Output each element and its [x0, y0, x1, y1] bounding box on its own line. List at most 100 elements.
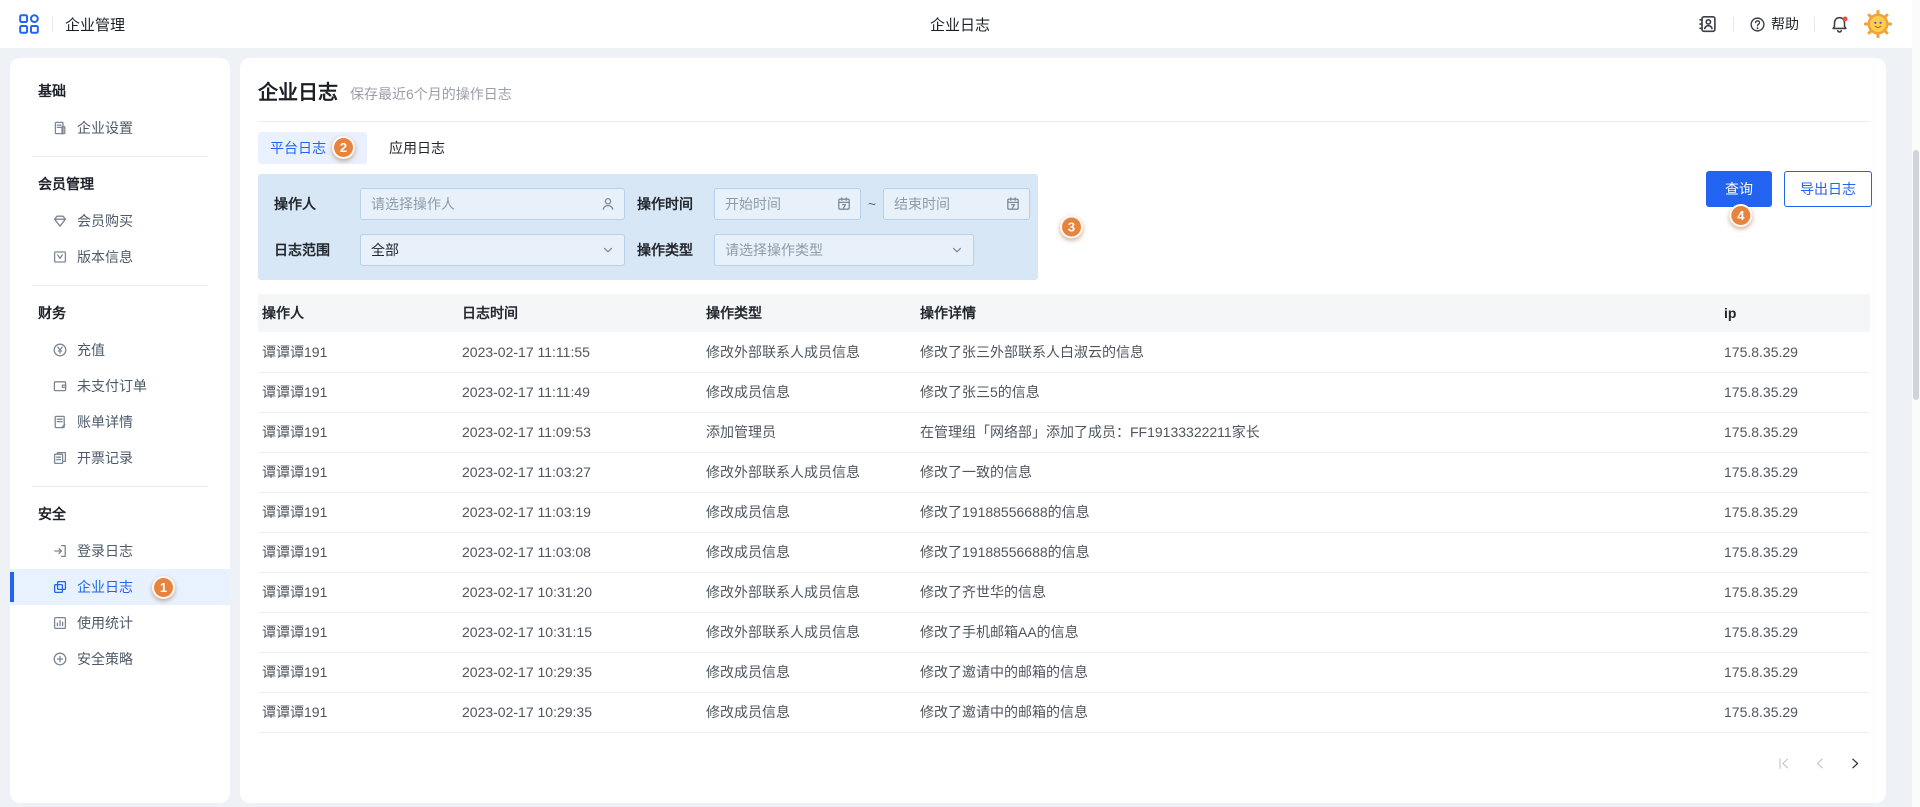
- cell-operation-type: 添加管理员: [702, 412, 916, 452]
- cell-operation-type: 修改成员信息: [702, 492, 916, 532]
- cell-operation-type: 修改成员信息: [702, 532, 916, 572]
- sidebar-section-title: 会员管理: [10, 167, 230, 203]
- main-panel: 企业日志 保存最近6个月的操作日志 平台日志 2 应用日志 操作人 操作时间: [240, 58, 1886, 803]
- table-row: 谭谭谭191 2023-02-17 11:03:19 修改成员信息 修改了191…: [258, 492, 1870, 532]
- pagination: [258, 751, 1870, 777]
- sidebar-item-label: 使用统计: [77, 613, 133, 633]
- sidebar-item-充值[interactable]: 充值: [10, 332, 230, 368]
- next-page-button[interactable]: [1842, 751, 1868, 777]
- cell-operator: 谭谭谭191: [258, 492, 458, 532]
- window-scrollbar: [1912, 0, 1920, 807]
- step-badge-3: 3: [1060, 216, 1083, 239]
- invoice-doc-icon: [52, 450, 68, 466]
- sidebar-item-label: 会员购买: [77, 211, 133, 231]
- operator-label: 操作人: [274, 194, 360, 214]
- login-arrow-icon: [52, 543, 68, 559]
- app-grid-icon[interactable]: [18, 13, 40, 35]
- scope-select[interactable]: 全部: [360, 234, 625, 266]
- sidebar-section: 基础 企业设置: [10, 74, 230, 146]
- cell-ip: 175.8.35.29: [1720, 692, 1870, 732]
- cell-operator: 谭谭谭191: [258, 612, 458, 652]
- cell-operation-detail: 修改了张三5的信息: [916, 372, 1720, 412]
- page-title: 企业日志: [258, 76, 338, 105]
- sidebar-item-label: 开票记录: [77, 448, 133, 468]
- cell-log-time: 2023-02-17 10:29:35: [458, 692, 702, 732]
- table-header-row: 操作人日志时间操作类型操作详情ip: [258, 294, 1870, 332]
- cell-operation-type: 修改外部联系人成员信息: [702, 572, 916, 612]
- sidebar-item-企业设置[interactable]: 企业设置: [10, 110, 230, 146]
- help-button[interactable]: 帮助: [1749, 14, 1799, 34]
- step-badge-1: 1: [152, 576, 175, 599]
- sidebar-item-安全策略[interactable]: 安全策略: [10, 641, 230, 677]
- cell-log-time: 2023-02-17 11:09:53: [458, 412, 702, 452]
- operator-select[interactable]: [360, 188, 625, 220]
- sidebar-item-使用统计[interactable]: 使用统计: [10, 605, 230, 641]
- sidebar-section-title: 安全: [10, 497, 230, 533]
- filter-panel: 操作人 操作时间 ~: [258, 174, 1038, 280]
- time-label: 操作时间: [637, 194, 714, 214]
- tab-平台日志[interactable]: 平台日志 2: [258, 132, 367, 164]
- cell-operation-detail: 修改了19188556688的信息: [916, 492, 1720, 532]
- cell-ip: 175.8.35.29: [1720, 572, 1870, 612]
- sidebar-item-开票记录[interactable]: 开票记录: [10, 440, 230, 476]
- first-page-button[interactable]: [1770, 751, 1796, 777]
- export-log-button[interactable]: 导出日志: [1784, 171, 1872, 207]
- user-avatar[interactable]: [1864, 10, 1892, 38]
- cell-operator: 谭谭谭191: [258, 452, 458, 492]
- start-time-input[interactable]: [715, 189, 860, 219]
- prev-page-button[interactable]: [1806, 751, 1832, 777]
- sidebar-item-label: 版本信息: [77, 247, 133, 267]
- cell-operator: 谭谭谭191: [258, 572, 458, 612]
- sidebar-item-版本信息[interactable]: 版本信息: [10, 239, 230, 275]
- tab-应用日志[interactable]: 应用日志: [377, 132, 457, 164]
- table-row: 谭谭谭191 2023-02-17 11:03:27 修改外部联系人成员信息 修…: [258, 452, 1870, 492]
- scope-label: 日志范围: [274, 240, 360, 260]
- cell-operation-detail: 修改了齐世华的信息: [916, 572, 1720, 612]
- next-page-icon: [1848, 756, 1863, 771]
- tab-label: 应用日志: [389, 138, 445, 158]
- sidebar-section: 安全 登录日志 企业日志 1 使用统计 安全策略: [10, 497, 230, 677]
- cell-operation-detail: 修改了张三外部联系人白淑云的信息: [916, 332, 1720, 372]
- cell-operation-type: 修改成员信息: [702, 692, 916, 732]
- end-time-picker[interactable]: [883, 188, 1030, 220]
- bell-icon[interactable]: [1830, 15, 1849, 34]
- bill-doc-icon: [52, 414, 68, 430]
- sidebar-item-企业日志[interactable]: 企业日志 1: [10, 569, 230, 605]
- contact-card-icon[interactable]: [1698, 14, 1718, 34]
- first-page-icon: [1776, 756, 1791, 771]
- sidebar-section: 会员管理 会员购买 版本信息: [10, 167, 230, 275]
- query-button[interactable]: 查询 4: [1706, 171, 1772, 207]
- sidebar-item-登录日志[interactable]: 登录日志: [10, 533, 230, 569]
- sidebar-item-未支付订单[interactable]: 未支付订单: [10, 368, 230, 404]
- end-time-input[interactable]: [884, 189, 1029, 219]
- type-label: 操作类型: [637, 240, 714, 260]
- start-time-picker[interactable]: [714, 188, 861, 220]
- doc-building-icon: [52, 120, 68, 136]
- cell-operation-type: 修改成员信息: [702, 652, 916, 692]
- sidebar-item-label: 企业日志: [77, 577, 133, 597]
- sidebar-item-账单详情[interactable]: 账单详情: [10, 404, 230, 440]
- cell-log-time: 2023-02-17 10:31:15: [458, 612, 702, 652]
- operator-input[interactable]: [361, 189, 624, 219]
- scope-value: 全部: [371, 240, 399, 260]
- cell-ip: 175.8.35.29: [1720, 652, 1870, 692]
- bar-chart-square-icon: [52, 615, 68, 631]
- page-subtitle: 保存最近6个月的操作日志: [350, 84, 512, 104]
- cell-operation-type: 修改外部联系人成员信息: [702, 452, 916, 492]
- cell-ip: 175.8.35.29: [1720, 532, 1870, 572]
- topbar-divider: [1733, 17, 1734, 32]
- export-button-label: 导出日志: [1800, 179, 1856, 199]
- sidebar-item-会员购买[interactable]: 会员购买: [10, 203, 230, 239]
- table-row: 谭谭谭191 2023-02-17 10:31:20 修改外部联系人成员信息 修…: [258, 572, 1870, 612]
- table-row: 谭谭谭191 2023-02-17 11:11:49 修改成员信息 修改了张三5…: [258, 372, 1870, 412]
- chevron-down-icon: [600, 242, 616, 258]
- scrollbar-thumb[interactable]: [1913, 150, 1919, 400]
- table-row: 谭谭谭191 2023-02-17 11:03:08 修改成员信息 修改了191…: [258, 532, 1870, 572]
- cell-log-time: 2023-02-17 11:03:19: [458, 492, 702, 532]
- type-select[interactable]: 请选择操作类型: [714, 234, 974, 266]
- shield-plus-circle-icon: [52, 651, 68, 667]
- cell-log-time: 2023-02-17 11:03:08: [458, 532, 702, 572]
- step-badge-4: 4: [1729, 204, 1752, 227]
- topbar-divider: [1814, 17, 1815, 32]
- sidebar-item-label: 登录日志: [77, 541, 133, 561]
